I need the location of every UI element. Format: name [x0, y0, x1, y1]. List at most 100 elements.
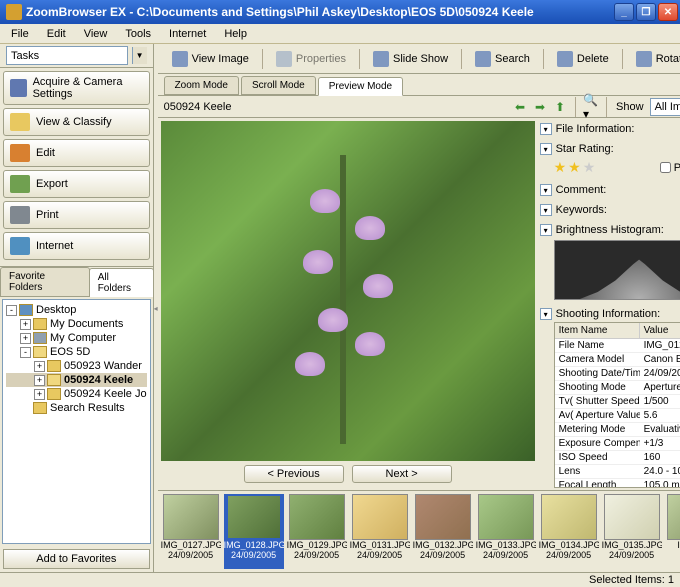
collapse-icon[interactable]: ▾ [540, 143, 552, 155]
previous-button[interactable]: < Previous [244, 465, 344, 483]
window-title: ZoomBrowser EX - C:\Documents and Settin… [26, 5, 614, 19]
next-button[interactable]: Next > [352, 465, 452, 483]
tree-toggle-icon[interactable]: + [34, 389, 45, 400]
folder-tree[interactable]: -Desktop+My Documents+My Computer-EOS 5D… [2, 299, 151, 544]
tree-node[interactable]: -Desktop [6, 303, 147, 317]
tree-node[interactable]: +050924 Keele Jo [6, 387, 147, 401]
tree-toggle-icon[interactable]: + [34, 361, 45, 372]
thumbnail[interactable]: IMG_0133.JPG24/09/2005 [476, 494, 536, 569]
tree-toggle-icon[interactable]: + [20, 333, 31, 344]
thumbnail[interactable]: IMG_0135.JPG24/09/2005 [602, 494, 662, 569]
column-header-value[interactable]: Value [640, 323, 680, 338]
folder-icon [47, 388, 61, 400]
star-icon[interactable]: ★ [583, 159, 596, 176]
filter-icon[interactable]: 🔍▾ [583, 99, 599, 115]
task-export-button[interactable]: Export [3, 170, 150, 198]
task-internet-button[interactable]: Internet [3, 232, 150, 260]
table-row[interactable]: Tv( Shutter Speed )1/500 [555, 395, 680, 409]
menu-help[interactable]: Help [217, 26, 254, 42]
tasks-dropdown[interactable]: Tasks [6, 46, 128, 65]
menu-view[interactable]: View [77, 26, 115, 42]
tree-node[interactable]: +050924 Keele [6, 373, 147, 387]
menu-edit[interactable]: Edit [40, 26, 73, 42]
collapse-icon[interactable]: ▾ [540, 123, 552, 135]
maximize-button[interactable]: ❐ [636, 3, 656, 21]
menu-tools[interactable]: Tools [118, 26, 158, 42]
tree-toggle-icon[interactable]: - [20, 347, 31, 358]
left-panel: Tasks ▼ Acquire & Camera Settings View & … [0, 44, 154, 572]
tab-favorite-folders[interactable]: Favorite Folders [0, 267, 90, 296]
tree-node[interactable]: +050923 Wander [6, 359, 147, 373]
statusbar: Selected Items: 1 [0, 572, 680, 587]
collapse-icon[interactable]: ▾ [540, 204, 552, 216]
table-row[interactable]: File NameIMG_0128.JPG [555, 339, 680, 353]
tree-node[interactable]: +My Documents [6, 317, 147, 331]
table-row[interactable]: Av( Aperture Value )5.6 [555, 409, 680, 423]
table-row[interactable]: Lens24.0 - 105.0 mm [555, 465, 680, 479]
breadcrumb: 050924 Keele [164, 101, 508, 113]
menu-internet[interactable]: Internet [162, 26, 213, 42]
thumbnail[interactable]: IMG_0127.JPG24/09/2005 [161, 494, 221, 569]
star-rating-header: Star Rating: [556, 143, 614, 155]
comment-header: Comment: [556, 184, 607, 196]
nav-back-icon[interactable]: ⬅ [512, 99, 528, 115]
tasks-dropdown-arrow[interactable]: ▼ [132, 47, 147, 64]
thumbnail-image [352, 494, 408, 540]
column-header-name[interactable]: Item Name [555, 323, 640, 338]
tab-preview-mode[interactable]: Preview Mode [318, 77, 403, 96]
nav-forward-icon[interactable]: ➡ [532, 99, 548, 115]
collapse-icon[interactable]: ▾ [540, 308, 552, 320]
star-icon[interactable]: ★ [568, 159, 581, 176]
tree-toggle-icon[interactable]: - [6, 305, 17, 316]
titlebar: ZoomBrowser EX - C:\Documents and Settin… [0, 0, 680, 24]
thumbnail[interactable]: IMG_0134.JPG24/09/2005 [539, 494, 599, 569]
add-to-favorites-button[interactable]: Add to Favorites [3, 549, 150, 569]
thumbnail-image [541, 494, 597, 540]
collapse-icon[interactable]: ▾ [540, 224, 552, 236]
tree-node[interactable]: Search Results [6, 401, 147, 415]
table-row[interactable]: Metering ModeEvaluative Metering [555, 423, 680, 437]
thumbnail[interactable]: IMG_0132.JPG24/09/2005 [413, 494, 473, 569]
tree-toggle-icon[interactable]: + [34, 375, 45, 386]
delete-button[interactable]: Delete [549, 47, 617, 71]
task-acquire-camera-settings-button[interactable]: Acquire & Camera Settings [3, 71, 150, 105]
edit-icon [10, 144, 30, 162]
thumbnail[interactable]: IMG_0...24/0... [665, 494, 680, 569]
tab-zoom-mode[interactable]: Zoom Mode [164, 76, 239, 95]
collapse-icon[interactable]: ▾ [540, 184, 552, 196]
close-button[interactable]: ✕ [658, 3, 678, 21]
task-view-classify-button[interactable]: View & Classify [3, 108, 150, 136]
table-row[interactable]: Shooting ModeAperture-Priority AE [555, 381, 680, 395]
minimize-button[interactable]: _ [614, 3, 634, 21]
table-row[interactable]: ISO Speed160 [555, 451, 680, 465]
menu-file[interactable]: File [4, 26, 36, 42]
protect-checkbox[interactable] [660, 162, 671, 173]
thumbnail-strip[interactable]: IMG_0127.JPG24/09/2005IMG_0128.JPG24/09/… [158, 490, 680, 572]
preview-image[interactable] [161, 121, 535, 461]
view-image-button[interactable]: View Image [164, 47, 257, 71]
star-icon[interactable]: ★ [554, 159, 567, 176]
table-row[interactable]: Camera ModelCanon EOS 5D [555, 353, 680, 367]
table-row[interactable]: Shooting Date/Time24/09/2005 23:58:16 [555, 367, 680, 381]
task-print-button[interactable]: Print [3, 201, 150, 229]
tree-node[interactable]: -EOS 5D [6, 345, 147, 359]
nav-up-icon[interactable]: ⬆ [552, 99, 568, 115]
thumbnail[interactable]: IMG_0128.JPG24/09/2005 [224, 494, 284, 569]
table-row[interactable]: Exposure Compens...+1/3 [555, 437, 680, 451]
thumbnail-image [478, 494, 534, 540]
rotate-button[interactable]: Rotate [628, 47, 680, 71]
tree-toggle-icon[interactable]: + [20, 319, 31, 330]
thumbnail[interactable]: IMG_0131.JPG24/09/2005 [350, 494, 410, 569]
thumbnail-image [415, 494, 471, 540]
table-row[interactable]: Focal Length105.0 mm [555, 479, 680, 487]
tab-scroll-mode[interactable]: Scroll Mode [241, 76, 316, 95]
tab-all-folders[interactable]: All Folders [89, 268, 154, 297]
menubar: FileEditViewToolsInternetHelp [0, 24, 680, 44]
slide-show-button[interactable]: Slide Show [365, 47, 456, 71]
thumbnail[interactable]: IMG_0129.JPG24/09/2005 [287, 494, 347, 569]
search-icon [475, 51, 491, 67]
tree-node[interactable]: +My Computer [6, 331, 147, 345]
task-edit-button[interactable]: Edit [3, 139, 150, 167]
show-dropdown[interactable]: All Images▾ [650, 98, 680, 116]
search-button[interactable]: Search [467, 47, 538, 71]
